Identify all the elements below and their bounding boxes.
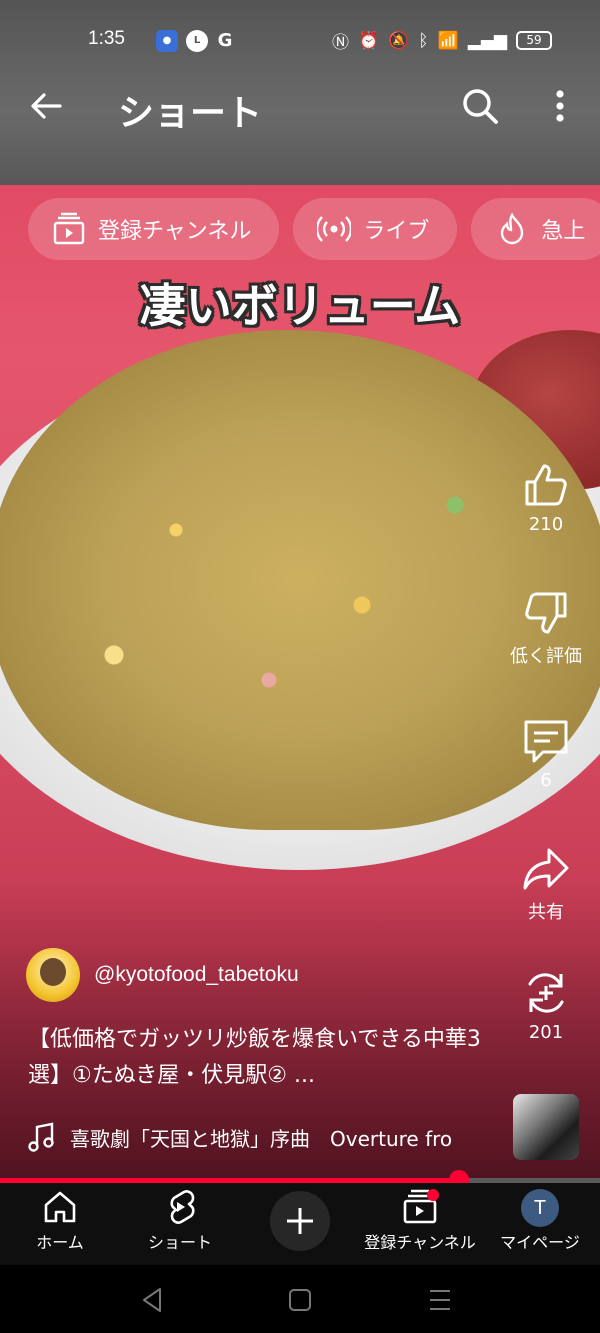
nav-shorts[interactable]: ショート [120,1189,240,1253]
chip-live[interactable]: ライブ [293,198,458,260]
video-description[interactable]: 【低価格でガッツリ炒飯を爆食いできる中華3選】①たぬき屋・伏見駅② ... [28,1022,498,1094]
search-button[interactable] [460,86,500,126]
notification-dot [427,1189,439,1201]
bluetooth-icon: ᛒ [418,30,429,51]
channel-handle[interactable]: @kyotofood_tabetoku [94,963,299,987]
music-row[interactable]: 喜歌劇「天国と地獄」序曲 Overture fro [28,1122,498,1152]
nav-subscriptions-label: 登録チャンネル [364,1233,476,1252]
nav-you-label: マイページ [500,1233,580,1252]
dislike-label: 低く評価 [510,646,582,667]
music-title: 喜歌劇「天国と地獄」序曲 Overture fro [70,1126,453,1151]
channel-info[interactable]: @kyotofood_tabetoku [26,948,299,1002]
chip-label: 登録チャンネル [98,219,252,244]
page-title: ショート [118,93,263,134]
battery-icon: 59 [516,31,552,50]
google-icon: G [217,30,233,51]
nav-home-label: ホーム [36,1233,84,1252]
app-header: ショート [0,80,600,136]
wifi-icon: 📶 [437,30,459,51]
system-recents-icon[interactable] [425,1285,455,1315]
sound-thumbnail[interactable] [513,1094,579,1160]
status-icons: Ⓝ ⏰ 🔕 ᛒ 📶 ▂▄▆ 59 [332,28,552,53]
search-icon [463,89,498,124]
comment-count: 6 [540,770,552,791]
share-button[interactable]: 共有 [496,844,596,924]
more-options-button[interactable] [548,86,572,126]
arrow-back-icon [31,93,62,119]
remix-icon [528,973,564,1013]
channel-avatar[interactable] [26,948,80,1002]
share-icon [523,848,569,890]
chip-label: ライブ [363,219,430,244]
shorts-icon [170,1190,195,1224]
live-icon [317,216,352,242]
user-avatar: T [521,1189,559,1227]
subscriptions-icon [53,212,85,245]
chip-trending[interactable]: 急上 [471,198,600,260]
nav-home[interactable]: ホーム [0,1189,120,1253]
like-button[interactable]: 210 [496,460,596,535]
trending-icon [501,212,524,245]
remix-button[interactable]: 201 [496,968,596,1043]
system-navigation-bar [0,1265,600,1333]
chip-label: 急上 [541,219,586,244]
comment-icon [524,720,568,763]
status-time: 1:35 [88,28,125,49]
create-button[interactable] [270,1191,330,1251]
status-bar: 1:35 ● L G Ⓝ ⏰ 🔕 ᛒ 📶 ▂▄▆ 59 [0,24,600,58]
more-vert-icon [556,90,564,122]
chip-subscriptions[interactable]: 登録チャンネル [28,198,280,260]
plus-icon [287,1208,313,1234]
signal-icon: ▂▄▆ [467,30,507,51]
dislike-button[interactable]: 低く評価 [496,588,596,668]
system-back-icon[interactable] [138,1285,168,1315]
home-icon [44,1191,76,1223]
remix-count: 201 [528,1022,564,1043]
line-icon: L [186,30,208,52]
thumb-up-icon [525,464,567,506]
music-note-icon [28,1122,54,1152]
nav-subscriptions[interactable]: 登録チャンネル [360,1189,480,1253]
comments-button[interactable]: 6 [496,716,596,791]
share-label: 共有 [528,902,564,923]
mute-icon: 🔕 [388,30,410,51]
app-notification-icon: ● [156,30,178,52]
like-count: 210 [528,514,564,535]
nav-you[interactable]: T マイページ [480,1189,600,1253]
nfc-icon: Ⓝ [332,33,350,53]
nav-shorts-label: ショート [147,1233,212,1252]
system-home-icon[interactable] [285,1285,315,1315]
bottom-navigation: ホーム ショート 登録チャンネル T マイページ [0,1183,600,1265]
video-caption: 凄いボリューム [139,279,461,333]
filter-chips: 登録チャンネル ライブ 急上 [28,198,600,260]
thumb-down-icon [525,592,567,634]
alarm-icon: ⏰ [358,30,380,51]
back-button[interactable] [26,86,66,126]
